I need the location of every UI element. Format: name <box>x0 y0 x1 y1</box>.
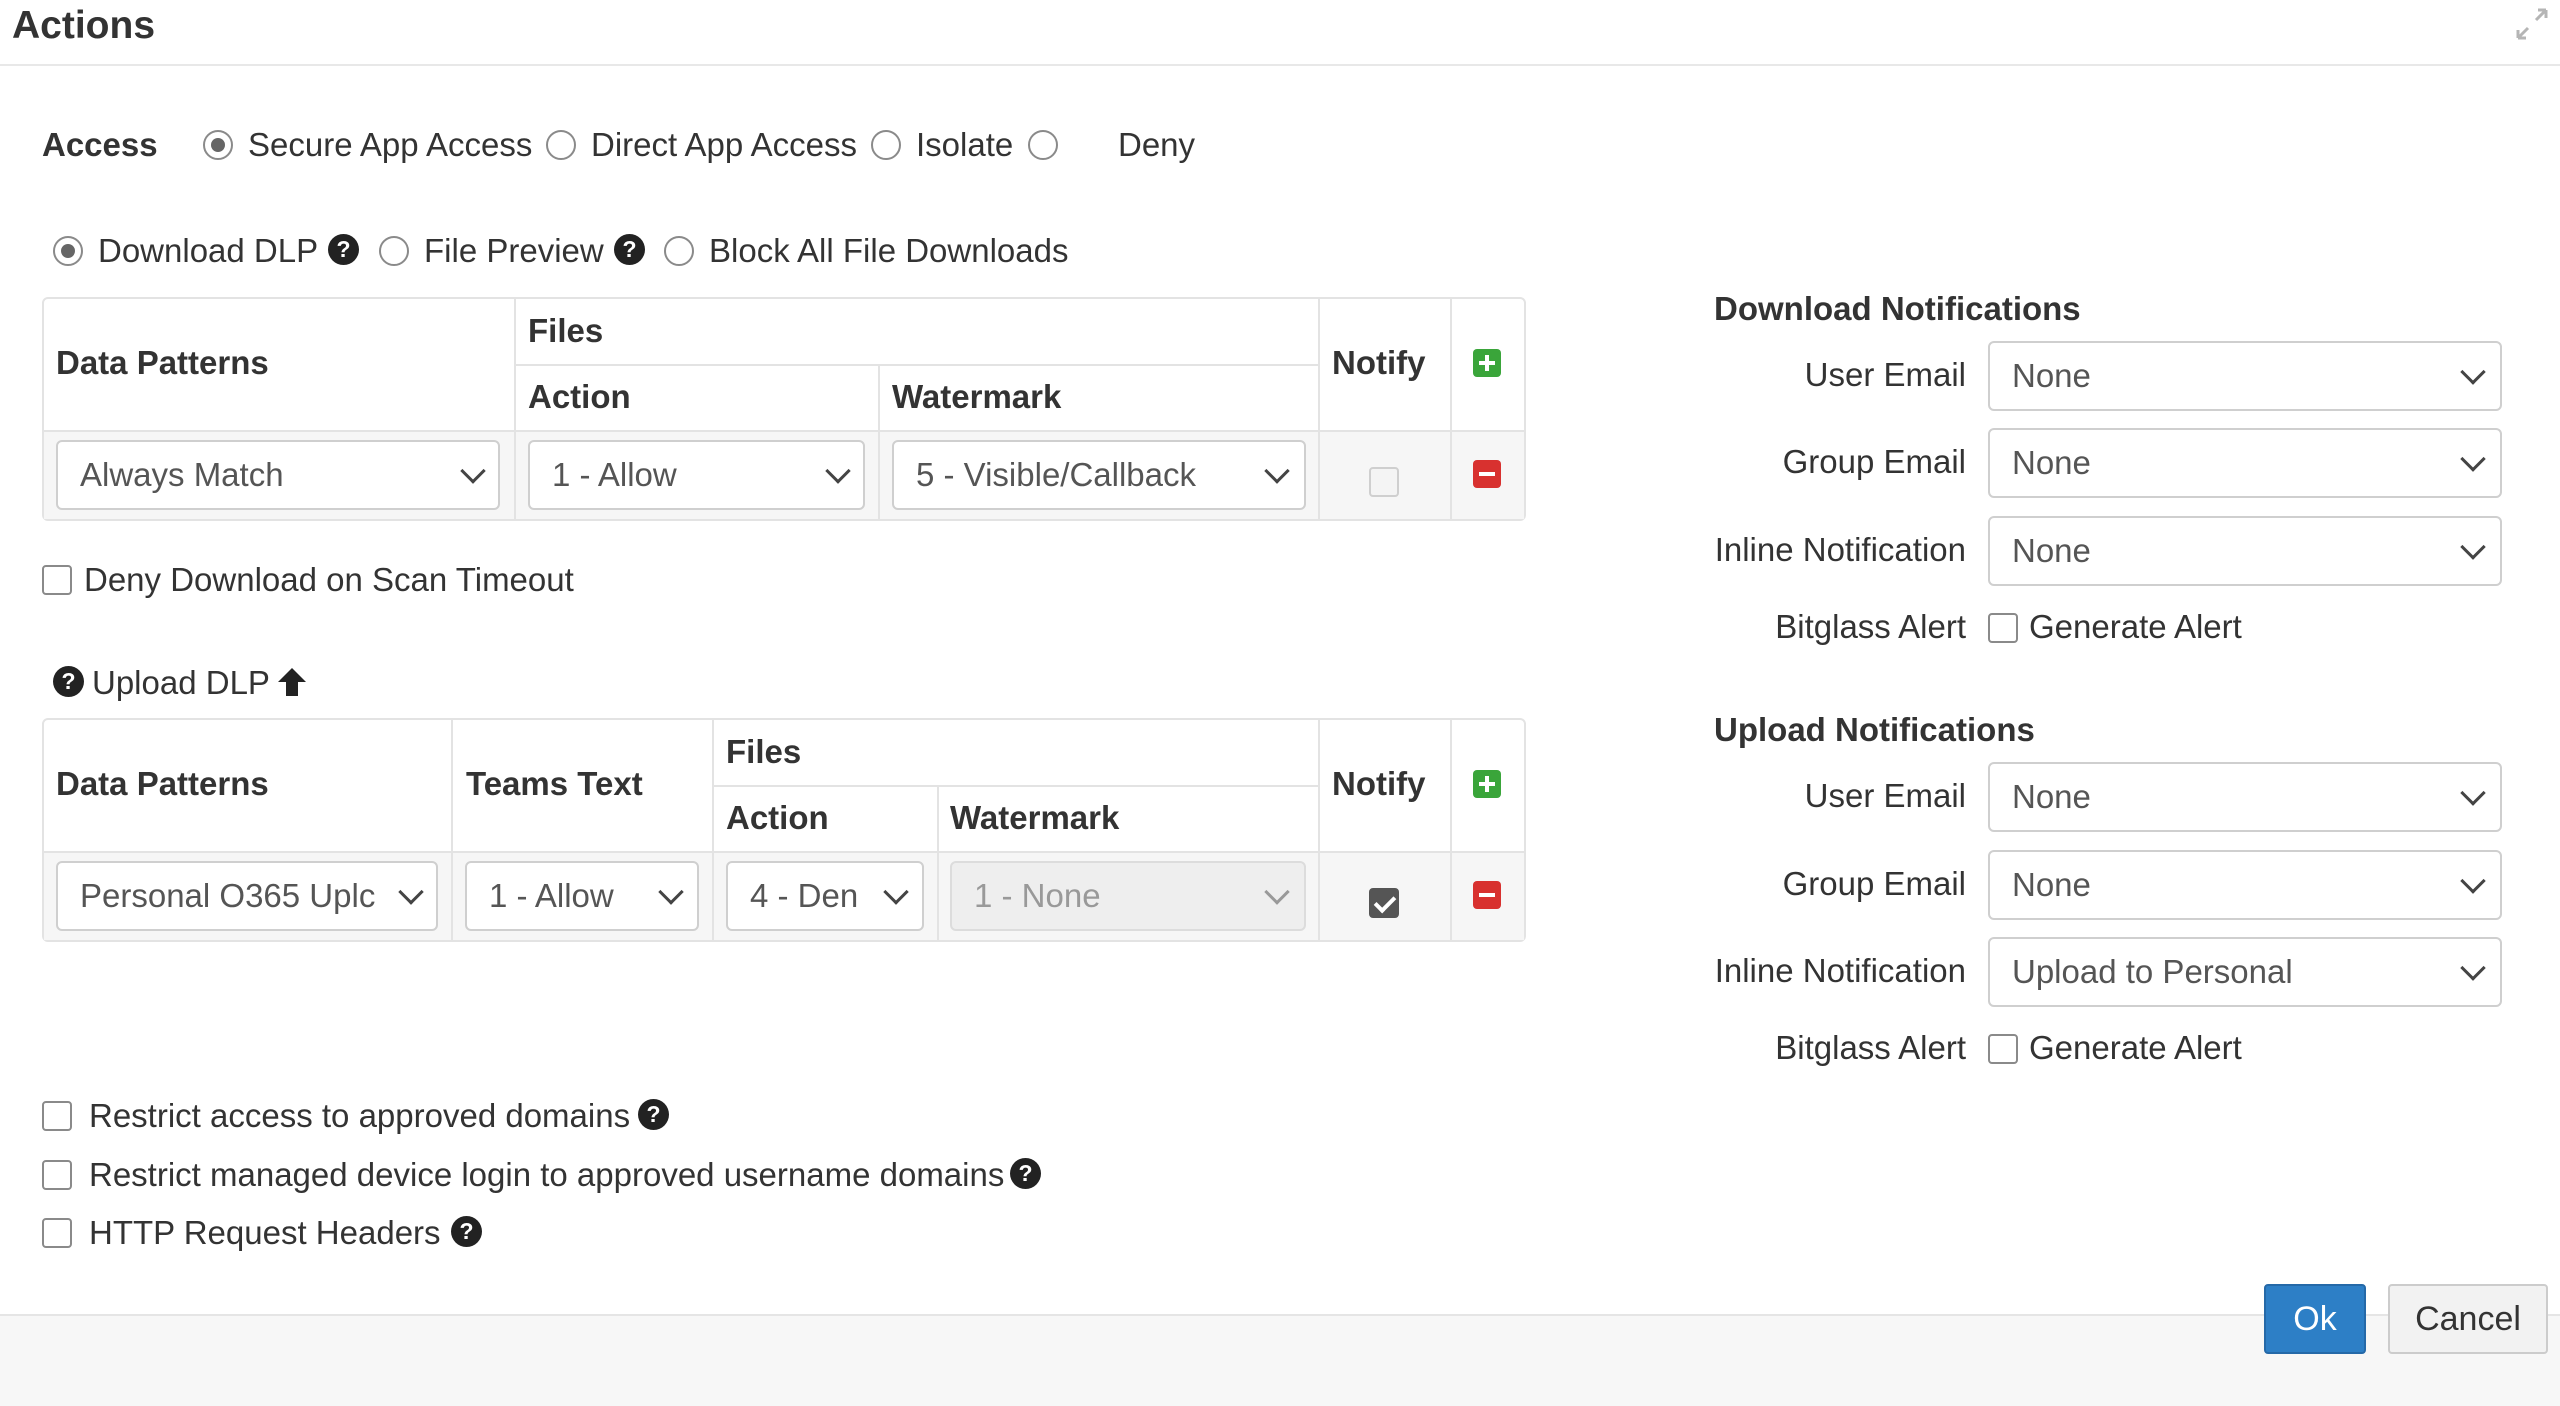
radio-file-preview[interactable] <box>379 236 409 266</box>
user-email-label: User Email <box>1804 777 1966 814</box>
upload-notifications-title: Upload Notifications <box>1714 711 2035 748</box>
watermark-select[interactable]: 5 - Visible/Callback <box>892 440 1306 510</box>
download-generate-alert-checkbox[interactable] <box>1988 613 2018 643</box>
upload-dlp-title: Upload DLP <box>92 664 270 701</box>
remove-row-icon[interactable] <box>1473 460 1501 488</box>
header-watermark: Watermark <box>892 378 1062 415</box>
http-request-headers-label: HTTP Request Headers <box>89 1214 441 1251</box>
radio-label-download-dlp: Download DLP <box>98 232 319 269</box>
add-row-icon[interactable] <box>1473 349 1501 377</box>
download-notifications-title: Download Notifications <box>1714 290 2081 327</box>
http-request-headers-checkbox[interactable] <box>42 1218 72 1248</box>
restrict-domains-checkbox[interactable] <box>42 1101 72 1131</box>
header-notify: Notify <box>1332 765 1426 802</box>
help-icon[interactable]: ? <box>614 234 645 265</box>
help-icon[interactable]: ? <box>1010 1158 1041 1189</box>
help-icon[interactable]: ? <box>451 1216 482 1247</box>
download-user-email-select[interactable]: None <box>1988 341 2502 411</box>
radio-deny[interactable] <box>1028 130 1058 160</box>
header-files: Files <box>528 312 604 349</box>
upload-inline-notification-select[interactable]: Upload to Personal <box>1988 937 2502 1007</box>
radio-label-file-preview: File Preview <box>424 232 604 269</box>
ok-button[interactable]: Ok <box>2264 1284 2366 1354</box>
header-data-patterns: Data Patterns <box>56 344 269 381</box>
header-files: Files <box>726 733 802 770</box>
dialog-footer <box>0 1314 2560 1406</box>
help-icon[interactable]: ? <box>53 666 84 697</box>
header-watermark: Watermark <box>950 799 1120 836</box>
remove-row-icon[interactable] <box>1473 881 1501 909</box>
radio-direct-app-access[interactable] <box>546 130 576 160</box>
restrict-managed-login-checkbox[interactable] <box>42 1160 72 1190</box>
bitglass-alert-label: Bitglass Alert <box>1775 608 1966 645</box>
radio-label-isolate: Isolate <box>916 126 1014 163</box>
cancel-button[interactable]: Cancel <box>2388 1284 2548 1354</box>
radio-secure-app-access[interactable] <box>203 130 233 160</box>
user-email-label: User Email <box>1804 356 1966 393</box>
header-action: Action <box>726 799 829 836</box>
deny-scan-timeout-checkbox[interactable] <box>42 565 72 595</box>
generate-alert-label: Generate Alert <box>2029 1029 2242 1066</box>
notify-checkbox[interactable] <box>1369 467 1399 497</box>
expand-icon[interactable] <box>2512 4 2552 44</box>
radio-label-block-all-downloads: Block All File Downloads <box>709 232 1069 269</box>
radio-label-deny: Deny <box>1118 126 1196 163</box>
download-group-email-select[interactable]: None <box>1988 428 2502 498</box>
dialog-title-bar <box>0 0 2560 66</box>
data-pattern-select[interactable]: Personal O365 Uplc <box>56 861 438 931</box>
help-icon[interactable]: ? <box>328 234 359 265</box>
download-inline-notification-select[interactable]: None <box>1988 516 2502 586</box>
deny-scan-timeout-label: Deny Download on Scan Timeout <box>84 561 574 598</box>
radio-label-direct-app-access: Direct App Access <box>591 126 857 163</box>
upload-user-email-select[interactable]: None <box>1988 762 2502 832</box>
header-teams-text: Teams Text <box>466 765 643 802</box>
radio-download-dlp[interactable] <box>53 236 83 266</box>
access-label: Access <box>42 126 158 163</box>
add-row-icon[interactable] <box>1473 770 1501 798</box>
upload-group-email-select[interactable]: None <box>1988 850 2502 920</box>
group-email-label: Group Email <box>1782 443 1966 480</box>
radio-block-all-downloads[interactable] <box>664 236 694 266</box>
watermark-select: 1 - None <box>950 861 1306 931</box>
bitglass-alert-label: Bitglass Alert <box>1775 1029 1966 1066</box>
group-email-label: Group Email <box>1782 865 1966 902</box>
notify-checkbox[interactable] <box>1369 888 1399 918</box>
header-data-patterns: Data Patterns <box>56 765 269 802</box>
help-icon[interactable]: ? <box>638 1099 669 1130</box>
inline-notification-label: Inline Notification <box>1714 531 1966 568</box>
restrict-managed-login-label: Restrict managed device login to approve… <box>89 1156 1005 1193</box>
header-notify: Notify <box>1332 344 1426 381</box>
header-action: Action <box>528 378 631 415</box>
action-select[interactable]: 1 - Allow <box>528 440 865 510</box>
generate-alert-label: Generate Alert <box>2029 608 2242 645</box>
arrow-up-icon <box>278 668 306 696</box>
inline-notification-label: Inline Notification <box>1714 952 1966 989</box>
upload-generate-alert-checkbox[interactable] <box>1988 1034 2018 1064</box>
radio-label-secure-app-access: Secure App Access <box>248 126 533 163</box>
data-pattern-select[interactable]: Always Match <box>56 440 500 510</box>
radio-isolate[interactable] <box>871 130 901 160</box>
restrict-domains-label: Restrict access to approved domains <box>89 1097 631 1134</box>
dialog-title: Actions <box>12 4 156 47</box>
